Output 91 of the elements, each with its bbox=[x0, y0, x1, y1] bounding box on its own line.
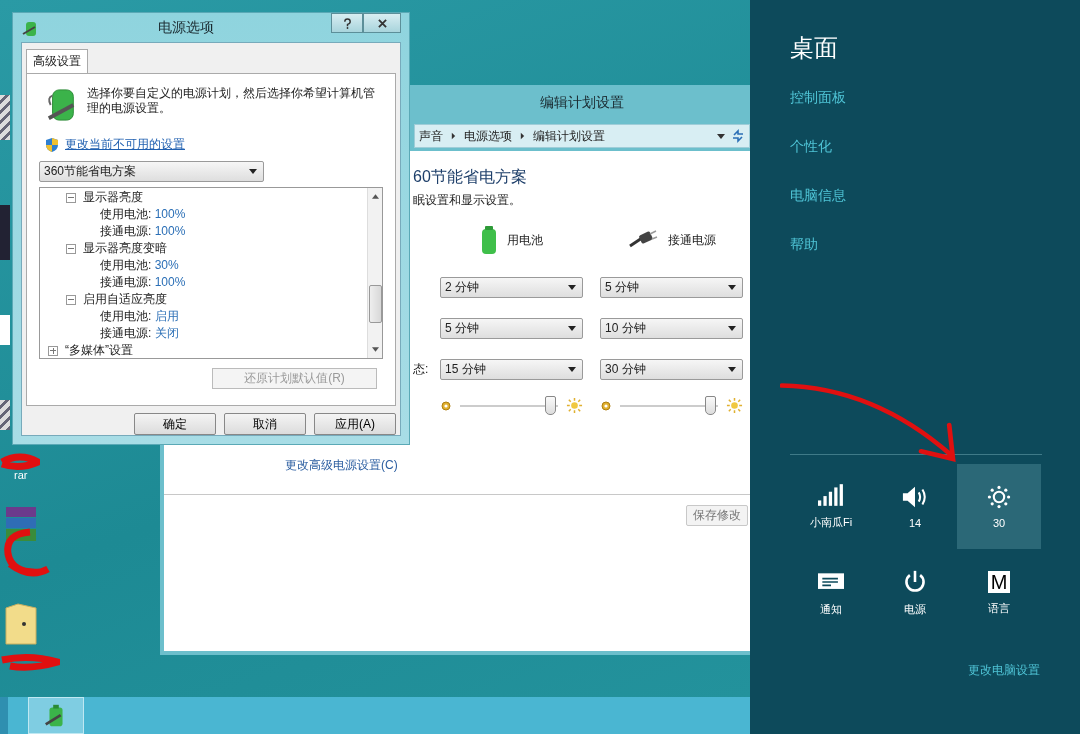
instruction-text: 选择你要自定义的电源计划，然后选择你希望计算机管理的电源设置。 bbox=[87, 86, 376, 116]
settings-link[interactable]: 帮助 bbox=[790, 236, 818, 254]
scroll-up-icon[interactable] bbox=[371, 194, 379, 199]
close-button[interactable] bbox=[363, 13, 401, 33]
tree-item[interactable]: 接通电源: 关闭 bbox=[66, 325, 367, 342]
dialog-button[interactable]: 确定 bbox=[134, 413, 216, 435]
breadcrumb-item[interactable]: 编辑计划设置 bbox=[533, 127, 605, 145]
column-header: 用电池 bbox=[506, 231, 543, 249]
tree-item[interactable]: “多媒体”设置 bbox=[65, 342, 133, 359]
dropdown-arrow-icon bbox=[568, 285, 576, 290]
breadcrumb-item[interactable]: 电源选项 bbox=[464, 127, 512, 145]
collapse-icon[interactable] bbox=[66, 243, 76, 254]
slider-thumb[interactable] bbox=[545, 396, 557, 415]
quick-setting-tile[interactable]: 30 bbox=[957, 464, 1041, 549]
expand-icon[interactable] bbox=[48, 345, 58, 356]
settings-link[interactable]: 控制面板 bbox=[790, 89, 846, 107]
time-dropdown[interactable]: 5 分钟 bbox=[440, 318, 583, 339]
time-dropdown[interactable]: 30 分钟 bbox=[600, 359, 743, 380]
dropdown-arrow-icon[interactable] bbox=[717, 133, 725, 139]
quick-setting-tile[interactable]: 通知 bbox=[789, 551, 873, 636]
bright-sun-icon bbox=[726, 397, 743, 414]
scribble-mark-drawing bbox=[0, 652, 60, 672]
chevron-right-icon bbox=[451, 132, 456, 140]
dropdown-arrow-icon bbox=[728, 367, 736, 372]
change-settings-link[interactable]: 更改当前不可用的设置 bbox=[65, 136, 185, 153]
shield-icon bbox=[45, 136, 59, 153]
dim-sun-icon bbox=[440, 399, 452, 412]
battery-icon bbox=[480, 225, 497, 255]
tree-item[interactable]: 使用电池: 100% bbox=[66, 206, 367, 223]
save-button[interactable]: 保存修改 bbox=[686, 505, 748, 526]
tree-item[interactable]: 接通电源: 100% bbox=[66, 223, 367, 240]
quick-setting-tile[interactable]: 小南瓜Fi bbox=[789, 464, 873, 549]
address-bar[interactable]: 声音 电源选项 编辑计划设置 bbox=[414, 124, 750, 148]
window-title: 编辑计划设置 bbox=[539, 93, 625, 112]
tree-item[interactable]: 接通电源: 100% bbox=[66, 274, 367, 291]
settings-link[interactable]: 个性化 bbox=[790, 138, 832, 156]
dropdown-arrow-icon bbox=[249, 169, 257, 174]
advanced-settings-link[interactable]: 更改高级电源设置(C) bbox=[285, 457, 750, 474]
quick-setting-tile[interactable]: 电源 bbox=[873, 551, 957, 636]
desktop-icon-label: rar bbox=[14, 469, 28, 481]
pc-settings-link[interactable]: 更改电脑设置 bbox=[968, 662, 1040, 679]
refresh-icon[interactable] bbox=[731, 129, 745, 143]
quick-setting-tile[interactable]: M 语言 bbox=[957, 551, 1041, 636]
dropdown-arrow-icon bbox=[568, 367, 576, 372]
setting-label: 态: bbox=[413, 362, 429, 376]
dropdown-arrow-icon bbox=[568, 326, 576, 331]
scribble-mark-drawing bbox=[0, 452, 40, 472]
settings-link[interactable]: 电脑信息 bbox=[790, 187, 846, 205]
slider-thumb[interactable] bbox=[705, 396, 717, 415]
scroll-down-icon[interactable] bbox=[371, 347, 379, 352]
speaker-icon bbox=[902, 484, 928, 509]
dialog-button[interactable]: 取消 bbox=[224, 413, 306, 435]
time-dropdown[interactable]: 2 分钟 bbox=[440, 277, 583, 298]
start-button[interactable] bbox=[0, 697, 8, 734]
taskbar-button[interactable] bbox=[28, 697, 84, 734]
tree-item[interactable]: 显示器亮度变暗 bbox=[83, 240, 167, 257]
tree-item[interactable]: 显示器亮度 bbox=[83, 189, 143, 206]
time-dropdown[interactable]: 5 分钟 bbox=[600, 277, 743, 298]
help-icon bbox=[342, 17, 352, 29]
tree-item[interactable]: 使用电池: 启用 bbox=[66, 308, 367, 325]
tree-item[interactable]: 启用自适应亮度 bbox=[83, 291, 167, 308]
tree-item[interactable]: 使用电池: 30% bbox=[66, 257, 367, 274]
scrollbar[interactable] bbox=[367, 188, 382, 358]
help-button[interactable] bbox=[331, 13, 363, 33]
column-header: 接通电源 bbox=[667, 231, 716, 249]
dialog-title: 电源选项 bbox=[157, 18, 215, 37]
time-dropdown[interactable]: 15 分钟 bbox=[440, 359, 583, 380]
plan-heading: 60节能省电方案 bbox=[413, 167, 528, 187]
signal-bars-icon bbox=[818, 483, 844, 507]
dialog-button[interactable]: 应用(A) bbox=[314, 413, 396, 435]
tab[interactable]: 高级设置 bbox=[26, 49, 88, 73]
chevron-right-icon bbox=[520, 132, 525, 140]
time-dropdown[interactable]: 10 分钟 bbox=[600, 318, 743, 339]
quick-setting-tile[interactable]: 14 bbox=[873, 464, 957, 549]
panel-title: 桌面 bbox=[790, 33, 839, 63]
scrollbar-thumb[interactable] bbox=[368, 285, 382, 323]
plan-description: 眠设置和显示设置。 bbox=[413, 192, 522, 209]
plan-dropdown[interactable]: 360节能省电方案 bbox=[39, 161, 264, 182]
breadcrumb-item[interactable]: 声音 bbox=[419, 127, 443, 145]
close-icon bbox=[377, 17, 387, 29]
collapse-icon[interactable] bbox=[66, 192, 76, 203]
dim-sun-icon bbox=[600, 399, 612, 412]
plug-icon bbox=[627, 230, 658, 250]
sun-icon bbox=[986, 484, 1012, 509]
collapse-icon[interactable] bbox=[66, 294, 76, 305]
folder-icon[interactable] bbox=[4, 602, 38, 646]
dropdown-arrow-icon bbox=[728, 285, 736, 290]
bright-sun-icon bbox=[566, 397, 583, 414]
power-icon bbox=[902, 570, 928, 594]
input-language-icon: M bbox=[988, 571, 1010, 593]
dropdown-arrow-icon bbox=[728, 326, 736, 331]
